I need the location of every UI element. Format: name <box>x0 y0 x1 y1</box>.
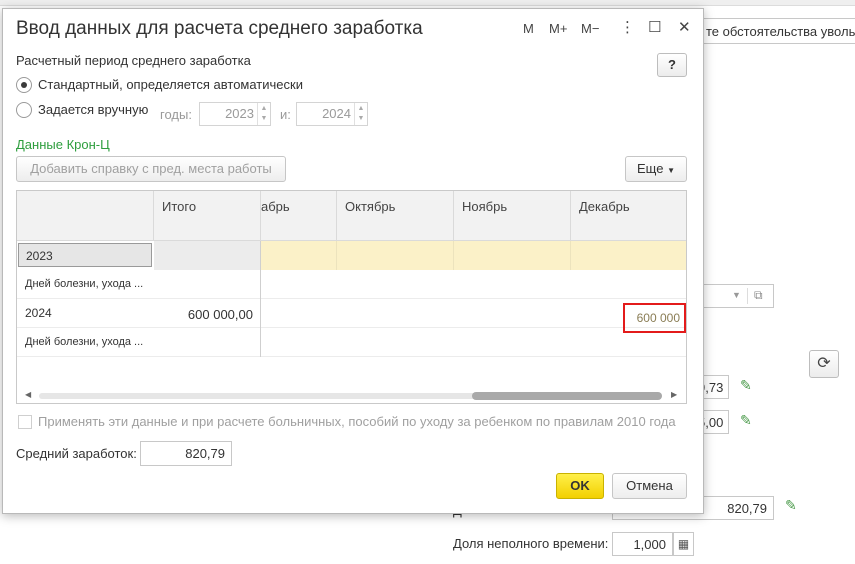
apply-2010-rules-label[interactable]: Применять эти данные и при расчете больн… <box>38 414 676 429</box>
grid-header-label[interactable] <box>17 191 154 241</box>
part-time-label: Доля неполного времени: <box>453 536 609 551</box>
dropdown-arrow-icon[interactable]: ▼ <box>732 290 741 300</box>
year-from-field[interactable]: 2023 ▲ ▼ <box>199 102 271 126</box>
pencil-icon[interactable]: ✎ <box>740 412 752 429</box>
grid-header-november[interactable]: Ноябрь <box>454 191 571 241</box>
grid-header-september[interactable]: абрь <box>261 191 337 241</box>
spin-arrows-icon[interactable]: ▲ ▼ <box>354 103 367 125</box>
cancel-button[interactable]: Отмена <box>612 473 687 499</box>
grid-cell-month[interactable] <box>571 241 686 270</box>
year-to-field[interactable]: 2024 ▲ ▼ <box>296 102 368 126</box>
and-label: и: <box>280 107 291 122</box>
add-certificate-button[interactable]: Добавить справку с пред. места работы <box>16 156 286 182</box>
grid-cell-selected[interactable]: 2023 <box>18 243 152 267</box>
ok-button[interactable]: OK <box>556 473 604 499</box>
frozen-column-separator <box>260 241 261 357</box>
close-icon[interactable]: ✕ <box>678 18 691 36</box>
more-button-label: Еще <box>637 161 664 176</box>
dropdown-arrow-icon: ▼ <box>667 166 675 175</box>
grid-cell-total[interactable]: 600 000,00 <box>154 299 261 328</box>
grid-cell-total[interactable] <box>154 241 261 270</box>
dialog-title: Ввод данных для расчета среднего заработ… <box>16 18 423 39</box>
horizontal-scrollbar[interactable]: ◀ ▶ <box>17 388 686 402</box>
earnings-grid[interactable]: Итого абрь Октябрь Ноябрь Декабрь 2023 Д… <box>16 190 687 404</box>
open-form-icon[interactable]: ⧉ <box>754 288 763 303</box>
grid-cell-month[interactable] <box>337 241 454 270</box>
combo-separator <box>747 288 748 304</box>
scrollbar-thumb[interactable] <box>472 392 662 400</box>
maximize-icon[interactable]: ☐ <box>648 18 661 36</box>
year-to-value: 2024 <box>322 106 351 121</box>
refresh-button[interactable]: ⟳ <box>809 350 839 378</box>
radio-auto-label[interactable]: Стандартный, определяется автоматически <box>38 77 303 92</box>
calculator-icon[interactable]: ▦ <box>673 532 694 556</box>
pencil-icon[interactable]: ✎ <box>785 497 797 514</box>
memory-m-button[interactable]: M <box>523 21 534 36</box>
grid-cell-month[interactable] <box>261 241 337 270</box>
refresh-icon: ⟳ <box>817 355 831 372</box>
radio-manual[interactable] <box>16 102 32 118</box>
memory-plus-button[interactable]: M+ <box>549 21 567 36</box>
more-vertical-icon[interactable]: ⋮ <box>620 18 635 36</box>
radio-manual-label[interactable]: Задается вручную <box>38 102 148 117</box>
apply-2010-rules-checkbox[interactable] <box>18 415 32 429</box>
dismissal-circumstances-field[interactable]: те обстоятельства увольн <box>697 18 855 44</box>
help-button[interactable]: ? <box>657 53 687 77</box>
radio-auto[interactable] <box>16 77 32 93</box>
more-button[interactable]: Еще ▼ <box>625 156 687 182</box>
grid-row-blank[interactable] <box>261 270 686 299</box>
years-label: годы: <box>160 107 192 122</box>
part-time-field[interactable]: 1,000 <box>612 532 673 556</box>
scroll-right-icon[interactable]: ▶ <box>671 390 677 399</box>
grid-cell-month[interactable] <box>454 241 571 270</box>
average-earnings-field[interactable]: 820,79 <box>140 441 232 466</box>
grid-row-label[interactable]: Дней болезни, ухода ... <box>17 328 261 357</box>
background-toolbar-strip <box>0 0 855 6</box>
pencil-icon[interactable]: ✎ <box>740 377 752 394</box>
grid-header-total[interactable]: Итого <box>154 191 261 241</box>
background-combo-field[interactable]: ▼ ⧉ <box>697 284 774 308</box>
spin-arrows-icon[interactable]: ▲ ▼ <box>257 103 270 125</box>
grid-row-label[interactable]: 2024 <box>17 299 154 328</box>
average-earnings-label: Средний заработок: <box>16 446 137 461</box>
section-title-kron: Данные Крон-Ц <box>16 137 110 152</box>
period-label: Расчетный период среднего заработка <box>16 53 251 68</box>
scroll-left-icon[interactable]: ◀ <box>25 390 31 399</box>
grid-row-blank[interactable] <box>261 328 686 357</box>
grid-header-december[interactable]: Декабрь <box>571 191 686 241</box>
average-earnings-dialog: Ввод данных для расчета среднего заработ… <box>2 8 704 514</box>
grid-row-label[interactable]: Дней болезни, ухода ... <box>17 270 261 299</box>
year-from-value: 2023 <box>225 106 254 121</box>
memory-minus-button[interactable]: M− <box>581 21 599 36</box>
grid-header-october[interactable]: Октябрь <box>337 191 454 241</box>
